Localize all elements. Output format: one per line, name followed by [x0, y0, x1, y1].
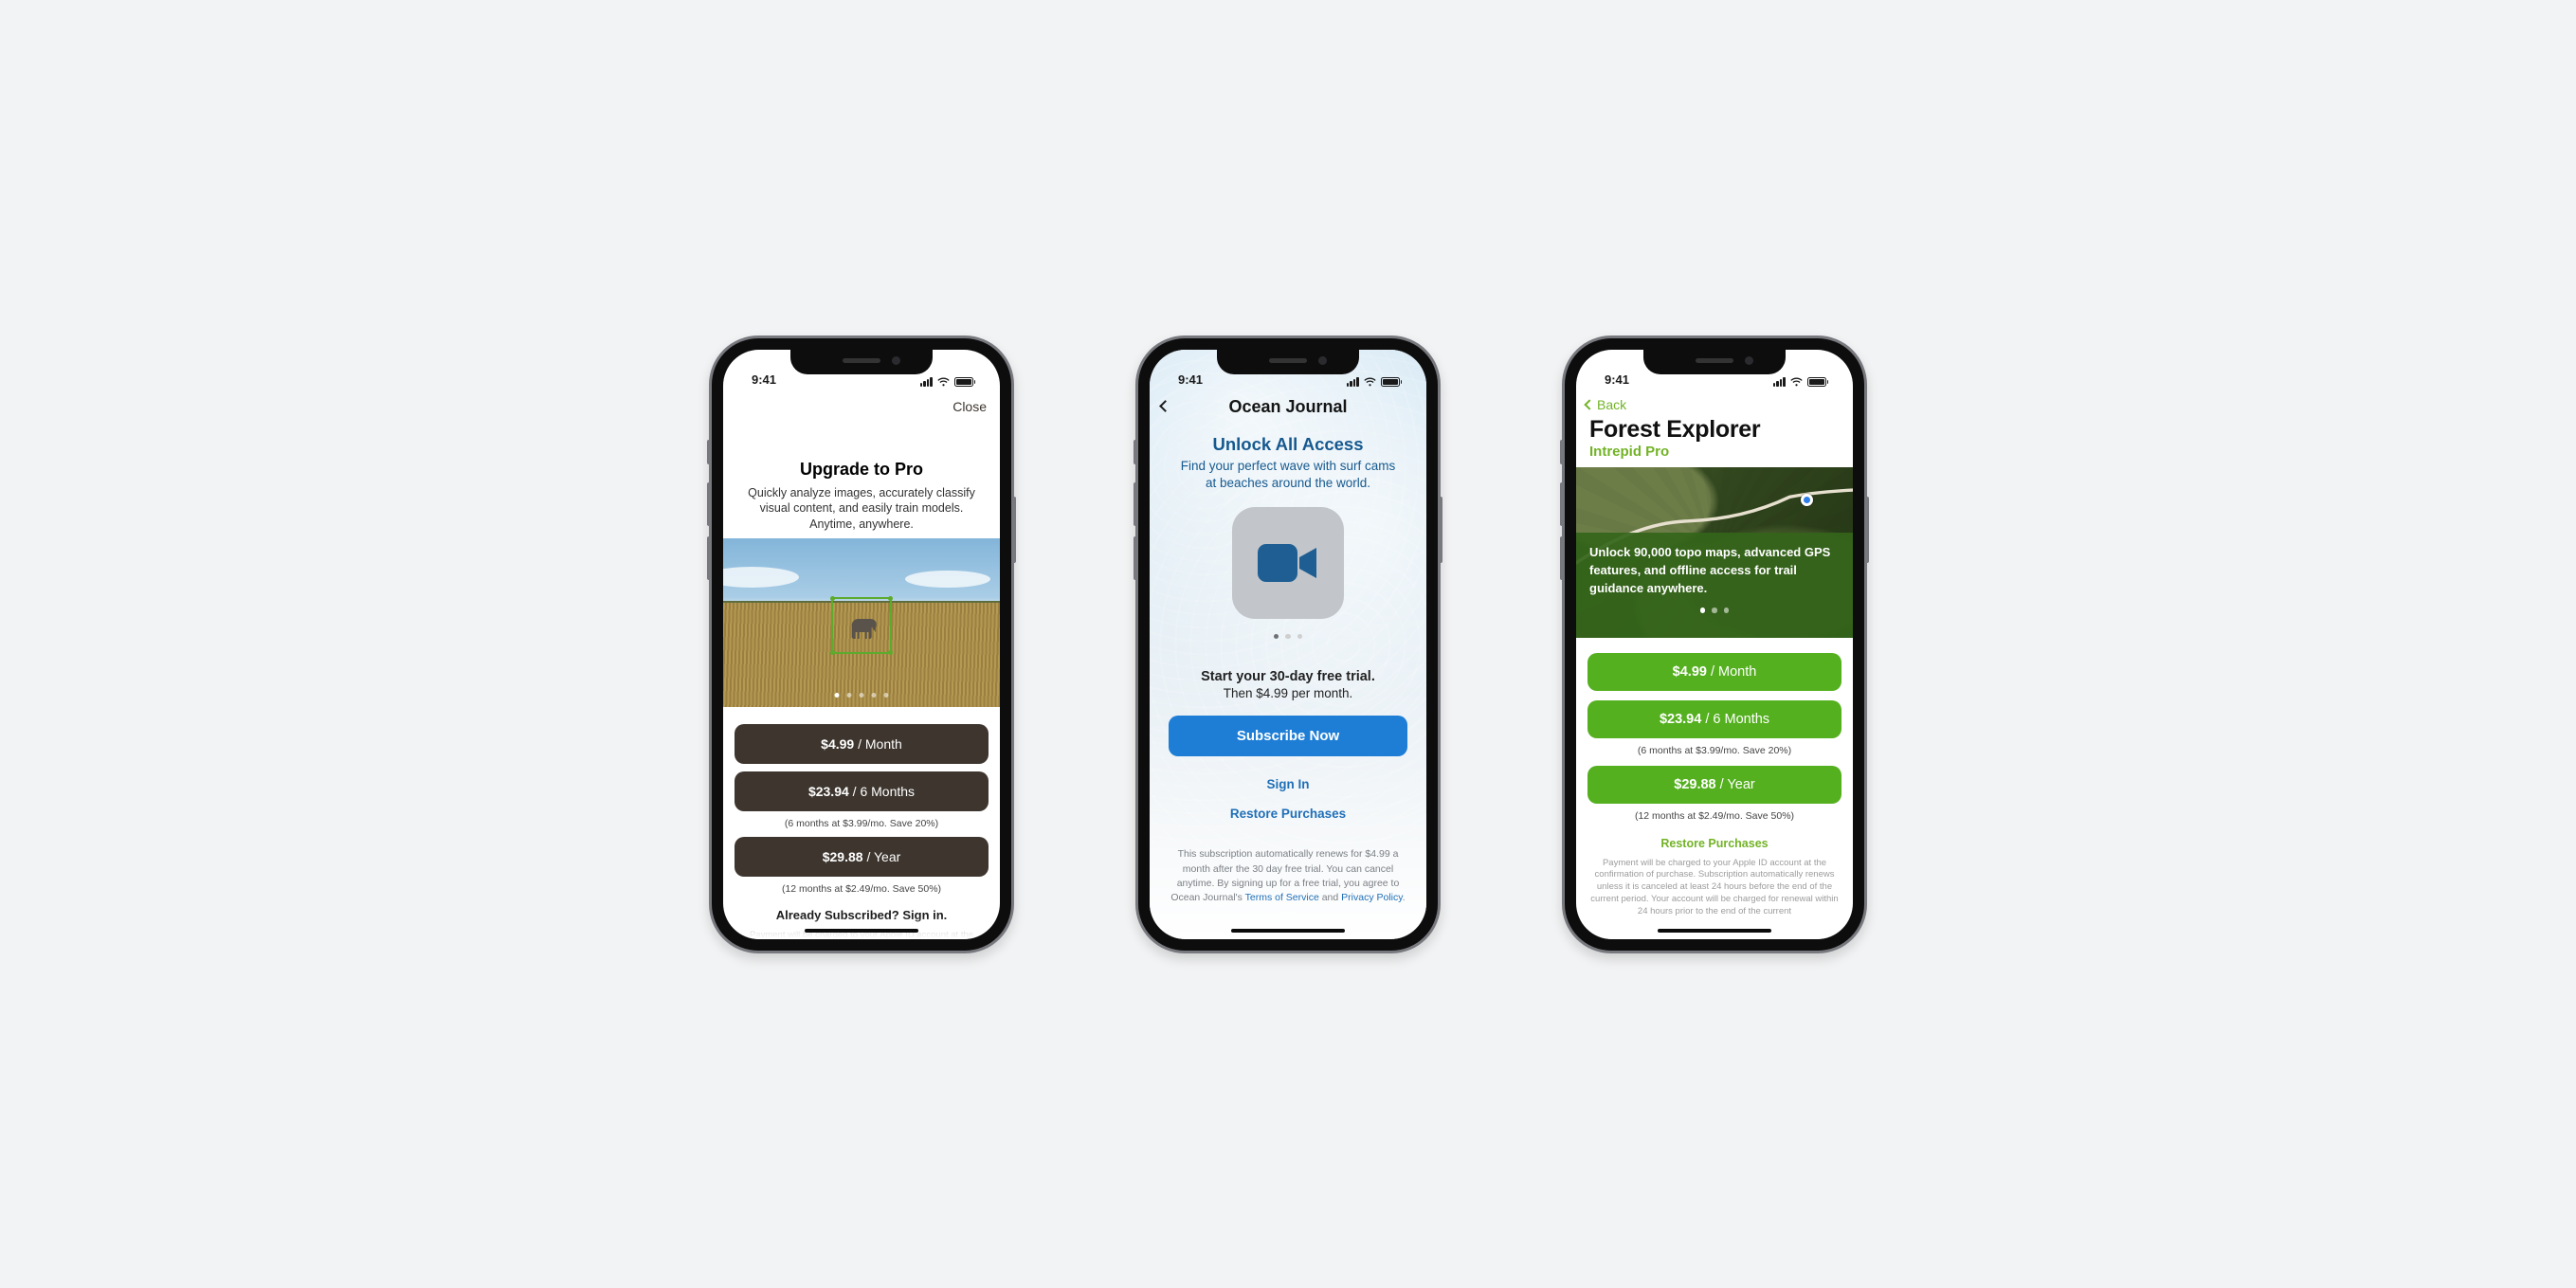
cellular-icon — [1347, 377, 1359, 387]
cellular-icon — [920, 377, 933, 387]
video-camera-icon — [1256, 538, 1320, 588]
power-button — [1439, 497, 1442, 563]
volume-down — [1134, 536, 1137, 580]
gps-location-dot — [1801, 494, 1813, 506]
plan-6month-button[interactable]: $23.94 / 6 Months — [735, 771, 989, 811]
subheadline: Find your perfect wave with surf cams at… — [1150, 458, 1426, 492]
back-button[interactable] — [1161, 398, 1170, 415]
legal-text: Payment will be charged to your Apple ID… — [1576, 850, 1853, 918]
back-button[interactable]: Back — [1586, 397, 1853, 412]
power-button — [1865, 497, 1869, 563]
tos-link[interactable]: Terms of Service — [1245, 892, 1319, 903]
cellular-icon — [1773, 377, 1786, 387]
silence-switch — [1134, 440, 1137, 464]
privacy-link[interactable]: Privacy Policy — [1341, 892, 1403, 903]
disclaimer-text: This subscription automatically renews f… — [1150, 821, 1426, 905]
elephant-icon — [845, 614, 880, 641]
plan-yearly-note: (12 months at $2.49/mo. Save 50%) — [1576, 810, 1853, 822]
silence-switch — [707, 440, 711, 464]
volume-up — [1134, 482, 1137, 526]
volume-up — [707, 482, 711, 526]
chevron-left-icon — [1584, 399, 1594, 409]
feature-pager — [1150, 634, 1426, 640]
feature-pager — [1589, 608, 1840, 613]
trial-headline: Start your 30-day free trial. — [1150, 669, 1426, 684]
plan-monthly-button[interactable]: $4.99 / Month — [735, 724, 989, 764]
plan-yearly-button[interactable]: $29.88 / Year — [1587, 766, 1841, 804]
restore-purchases-link[interactable]: Restore Purchases — [1150, 807, 1426, 821]
volume-down — [1560, 536, 1564, 580]
close-button[interactable]: Close — [952, 399, 987, 414]
plan-yearly-note: (12 months at $2.49/mo. Save 50%) — [735, 883, 989, 895]
home-indicator[interactable] — [1231, 929, 1345, 933]
plan-monthly-button[interactable]: $4.99 / Month — [1587, 653, 1841, 691]
plan-yearly-button[interactable]: $29.88 / Year — [735, 837, 989, 877]
volume-up — [1560, 482, 1564, 526]
volume-down — [707, 536, 711, 580]
battery-icon — [1807, 377, 1829, 387]
restore-purchases-link[interactable]: Restore Purchases — [1576, 837, 1853, 850]
notch — [1217, 350, 1359, 374]
wifi-icon — [936, 376, 951, 387]
chevron-left-icon — [1159, 400, 1171, 412]
subscribe-button[interactable]: Subscribe Now — [1169, 716, 1407, 756]
hero-image — [723, 538, 1000, 707]
home-indicator[interactable] — [805, 929, 918, 933]
silence-switch — [1560, 440, 1564, 464]
map-overlay: Unlock 90,000 topo maps, advanced GPS fe… — [1576, 533, 1853, 637]
stage: 9:41 Close Upgrade to Pro Quickly analyz… — [652, 298, 1924, 991]
page-subtitle: Quickly analyze images, accurately class… — [723, 485, 1000, 534]
wifi-icon — [1363, 376, 1377, 387]
map-hero: Unlock 90,000 topo maps, advanced GPS fe… — [1576, 467, 1853, 638]
page-title: Upgrade to Pro — [723, 460, 1000, 480]
power-button — [1012, 497, 1016, 563]
nav-title: Ocean Journal — [1228, 397, 1347, 417]
tier-name: Intrepid Pro — [1589, 444, 1853, 460]
headline: Unlock All Access — [1150, 434, 1426, 455]
phone-3: 9:41 Back Forest Explorer Intrepid Pro — [1562, 336, 1867, 953]
phone-2: 9:41 Ocean Journal Unlock All Access — [1135, 336, 1441, 953]
home-indicator[interactable] — [1658, 929, 1771, 933]
sign-in-link[interactable]: Sign In — [1150, 777, 1426, 791]
battery-icon — [1381, 377, 1403, 387]
plan-6month-note: (6 months at $3.99/mo. Save 20%) — [735, 818, 989, 829]
notch — [790, 350, 933, 374]
trial-price: Then $4.99 per month. — [1150, 686, 1426, 700]
camera-tile — [1232, 507, 1344, 619]
plan-6month-note: (6 months at $3.99/mo. Save 20%) — [1576, 745, 1853, 756]
battery-icon — [954, 377, 976, 387]
status-time: 9:41 — [1605, 372, 1629, 387]
wifi-icon — [1789, 376, 1804, 387]
status-time: 9:41 — [752, 372, 776, 387]
status-time: 9:41 — [1178, 372, 1203, 387]
plan-6month-button[interactable]: $23.94 / 6 Months — [1587, 700, 1841, 738]
notch — [1643, 350, 1786, 374]
app-name: Forest Explorer — [1589, 416, 1853, 444]
hero-pager — [835, 693, 889, 698]
phone-1: 9:41 Close Upgrade to Pro Quickly analyz… — [709, 336, 1014, 953]
